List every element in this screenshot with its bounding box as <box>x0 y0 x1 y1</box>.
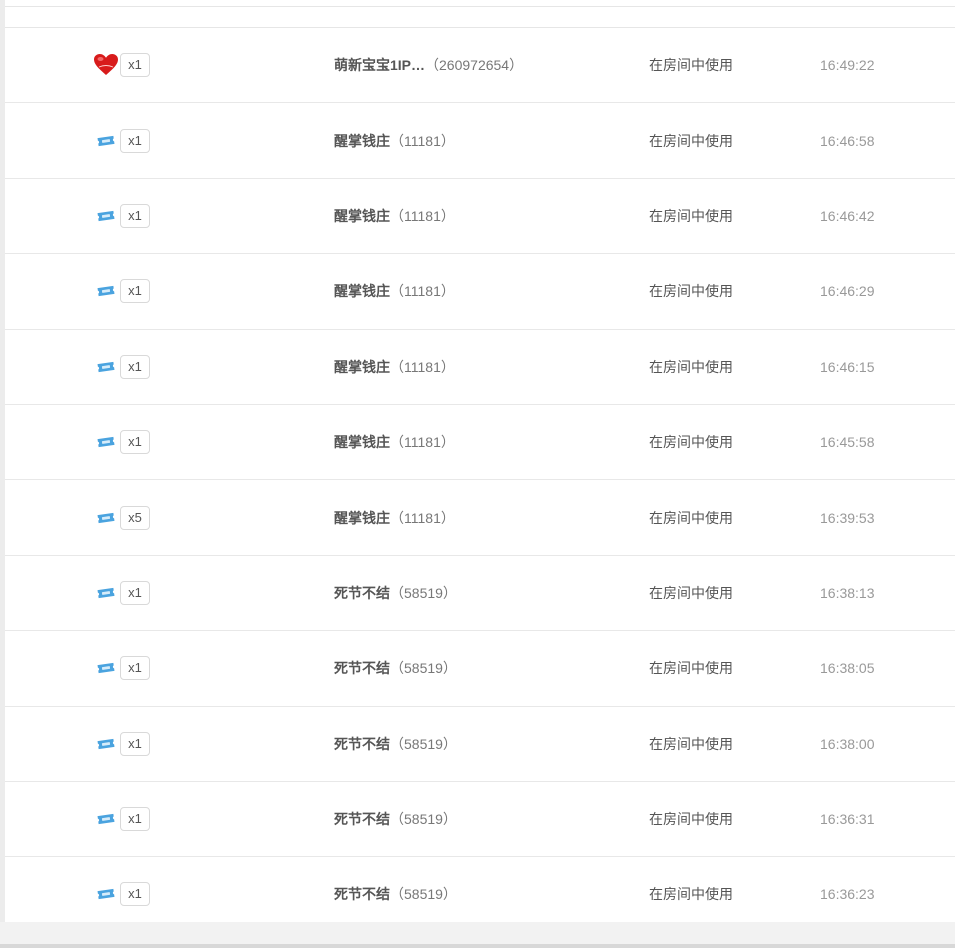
sender-id: （260972654） <box>425 57 524 74</box>
sender-name: 死节不结 <box>334 886 390 903</box>
sender-name: 醒掌钱庄 <box>334 207 390 224</box>
top-strip <box>5 0 955 7</box>
ticket-icon <box>93 581 119 605</box>
gift-quantity-badge: x1 <box>120 656 150 681</box>
usage-location: 在房间中使用 <box>649 735 733 752</box>
sender-name: 醒掌钱庄 <box>334 358 390 375</box>
sender-info: 醒掌钱庄（11181） <box>334 508 455 528</box>
sender-name: 死节不结 <box>334 811 390 828</box>
sender-name: 醒掌钱庄 <box>334 509 390 526</box>
timestamp: 16:38:13 <box>820 584 875 601</box>
sender-id: （11181） <box>390 509 455 526</box>
sender-name: 萌新宝宝1IP… <box>334 57 426 74</box>
sender-name: 醒掌钱庄 <box>334 283 390 300</box>
top-spacer-row <box>5 7 955 28</box>
heart-icon <box>93 53 119 77</box>
gift-quantity-badge: x1 <box>120 354 150 379</box>
list-item: x1 死节不结（58519） 在房间中使用 16:38:13 <box>5 556 955 632</box>
list-item: x1 死节不结（58519） 在房间中使用 16:38:00 <box>5 707 955 782</box>
ticket-icon <box>93 732 119 756</box>
ticket-icon <box>93 656 119 680</box>
timestamp: 16:45:58 <box>820 434 875 451</box>
list-item: x1 醒掌钱庄（11181） 在房间中使用 16:46:58 <box>5 103 955 179</box>
list-item: x1 醒掌钱庄（11181） 在房间中使用 16:45:58 <box>5 405 955 481</box>
list-item: x1 死节不结（58519） 在房间中使用 16:38:05 <box>5 631 955 707</box>
gift-quantity-badge: x1 <box>120 128 150 153</box>
sender-name: 醒掌钱庄 <box>334 434 390 451</box>
gift-quantity-badge: x1 <box>120 882 150 907</box>
timestamp: 16:36:31 <box>820 811 875 828</box>
ticket-icon <box>93 204 119 228</box>
usage-location: 在房间中使用 <box>649 207 733 224</box>
ticket-icon <box>93 279 119 303</box>
sender-name: 死节不结 <box>334 660 390 677</box>
sender-info: 醒掌钱庄（11181） <box>334 281 455 301</box>
list-item: x1 萌新宝宝1IP…（260972654） 在房间中使用 16:49:22 <box>5 28 955 104</box>
sender-id: （11181） <box>390 434 455 451</box>
gift-quantity-badge: x1 <box>120 203 150 228</box>
usage-location: 在房间中使用 <box>649 132 733 149</box>
timestamp: 16:46:42 <box>820 207 875 224</box>
sender-name: 醒掌钱庄 <box>334 132 390 149</box>
timestamp: 16:46:15 <box>820 358 875 375</box>
sender-info: 醒掌钱庄（11181） <box>334 131 455 151</box>
list-item: x1 死节不结（58519） 在房间中使用 16:36:31 <box>5 782 955 858</box>
sender-info: 醒掌钱庄（11181） <box>334 206 455 226</box>
timestamp: 16:36:23 <box>820 886 875 903</box>
usage-location: 在房间中使用 <box>649 811 733 828</box>
sender-info: 醒掌钱庄（11181） <box>334 432 455 452</box>
timestamp: 16:46:58 <box>820 132 875 149</box>
sender-id: （58519） <box>390 886 457 903</box>
ticket-icon <box>93 129 119 153</box>
sender-info: 萌新宝宝1IP…（260972654） <box>334 55 523 75</box>
sender-id: （11181） <box>390 358 455 375</box>
sender-info: 死节不结（58519） <box>334 658 457 678</box>
timestamp: 16:49:22 <box>820 57 875 74</box>
usage-location: 在房间中使用 <box>649 434 733 451</box>
gift-quantity-badge: x5 <box>120 505 150 530</box>
gift-quantity-badge: x1 <box>120 279 150 304</box>
timestamp: 16:39:53 <box>820 509 875 526</box>
bottom-border <box>0 944 955 948</box>
usage-location: 在房间中使用 <box>649 283 733 300</box>
sender-info: 死节不结（58519） <box>334 809 457 829</box>
gift-quantity-badge: x1 <box>120 731 150 756</box>
sender-id: （11181） <box>390 283 455 300</box>
sender-id: （11181） <box>390 132 455 149</box>
sender-name: 死节不结 <box>334 735 390 752</box>
sender-id: （58519） <box>390 660 457 677</box>
sender-info: 死节不结（58519） <box>334 734 457 754</box>
gift-quantity-badge: x1 <box>120 580 150 605</box>
sender-id: （58519） <box>390 584 457 601</box>
usage-location: 在房间中使用 <box>649 509 733 526</box>
sender-info: 醒掌钱庄（11181） <box>334 357 455 377</box>
usage-location: 在房间中使用 <box>649 358 733 375</box>
timestamp: 16:38:00 <box>820 735 875 752</box>
sender-id: （11181） <box>390 207 455 224</box>
usage-location: 在房间中使用 <box>649 886 733 903</box>
sender-name: 死节不结 <box>334 584 390 601</box>
list-item: x5 醒掌钱庄（11181） 在房间中使用 16:39:53 <box>5 480 955 556</box>
gift-quantity-badge: x1 <box>120 53 150 78</box>
timestamp: 16:46:29 <box>820 283 875 300</box>
list-item: x1 醒掌钱庄（11181） 在房间中使用 16:46:42 <box>5 179 955 255</box>
ticket-icon <box>93 355 119 379</box>
sender-info: 死节不结（58519） <box>334 583 457 603</box>
gift-quantity-badge: x1 <box>120 807 150 832</box>
sender-id: （58519） <box>390 735 457 752</box>
usage-location: 在房间中使用 <box>649 57 733 74</box>
ticket-icon <box>93 430 119 454</box>
list-item: x1 醒掌钱庄（11181） 在房间中使用 16:46:29 <box>5 254 955 330</box>
ticket-icon <box>93 506 119 530</box>
gift-quantity-badge: x1 <box>120 430 150 455</box>
list-item: x1 醒掌钱庄（11181） 在房间中使用 16:46:15 <box>5 330 955 405</box>
usage-location: 在房间中使用 <box>649 660 733 677</box>
timestamp: 16:38:05 <box>820 660 875 677</box>
gift-record-list: x1 萌新宝宝1IP…（260972654） 在房间中使用 16:49:22 x… <box>5 28 955 933</box>
ticket-icon <box>93 807 119 831</box>
sender-id: （58519） <box>390 811 457 828</box>
ticket-icon <box>93 882 119 906</box>
usage-location: 在房间中使用 <box>649 584 733 601</box>
sender-info: 死节不结（58519） <box>334 884 457 904</box>
